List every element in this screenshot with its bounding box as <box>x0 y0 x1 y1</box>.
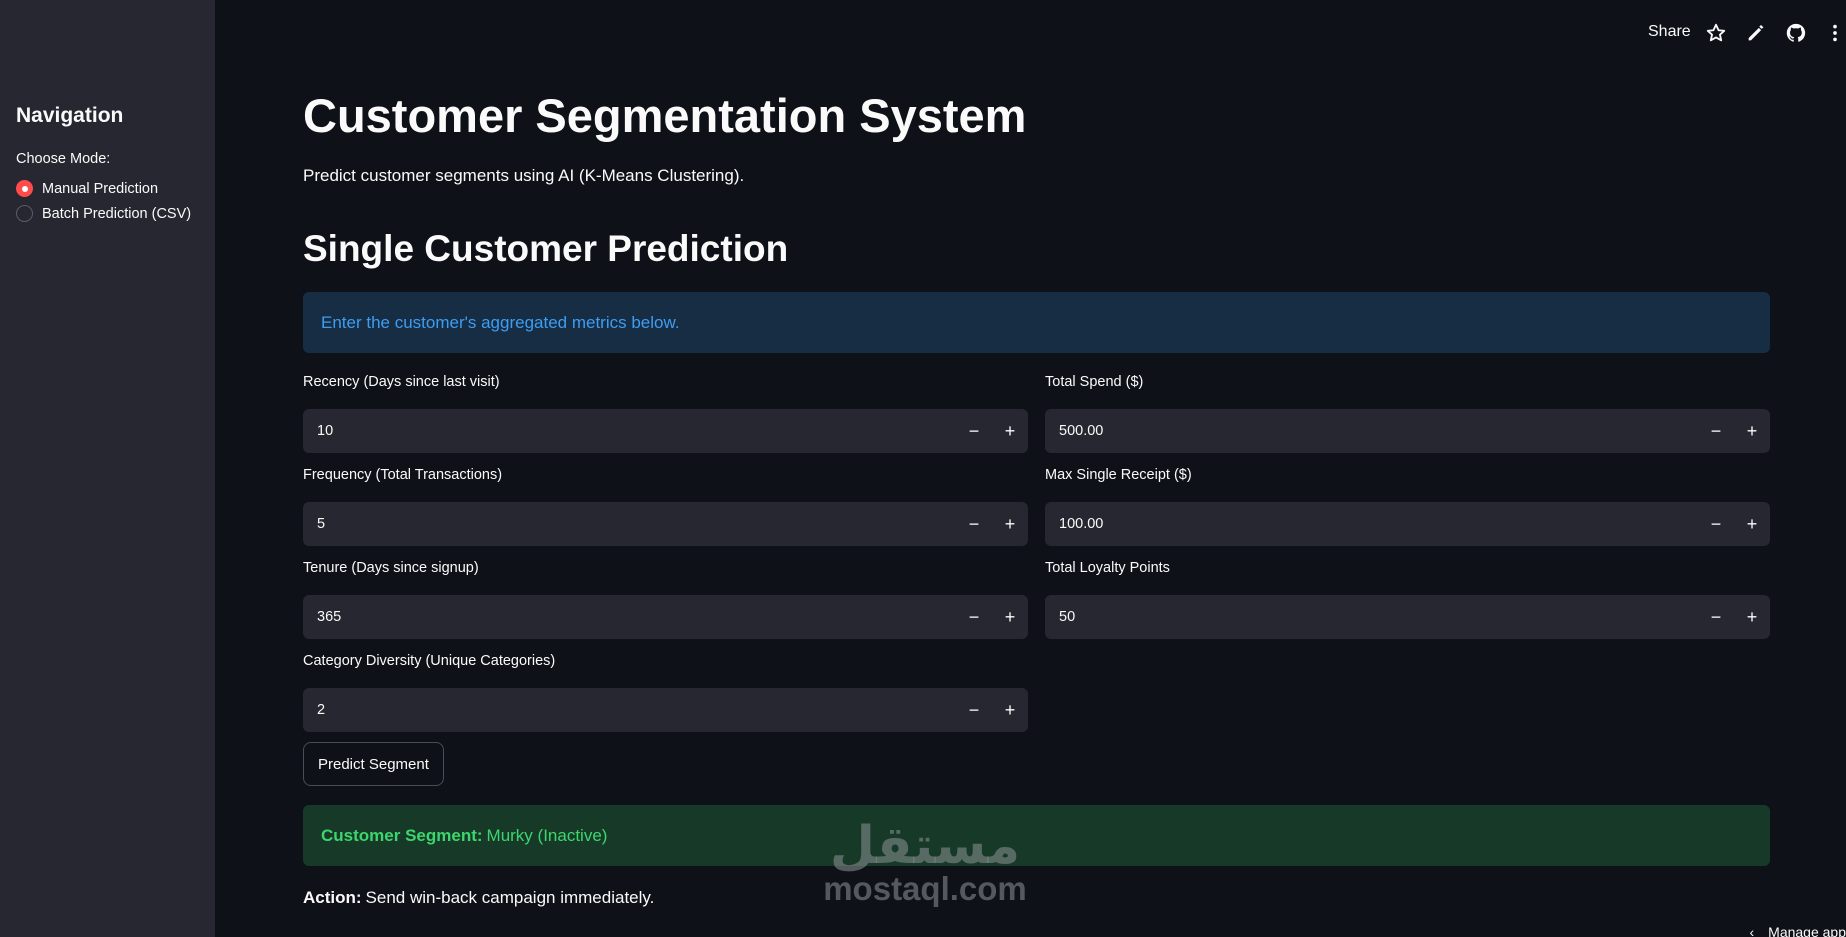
decrement-button[interactable]: − <box>956 409 992 453</box>
max-receipt-field: Max Single Receipt ($) − + <box>1045 467 1770 546</box>
increment-button[interactable]: + <box>992 409 1028 453</box>
increment-button[interactable]: + <box>1734 502 1770 546</box>
field-label: Tenure (Days since signup) <box>303 560 479 576</box>
page-subtitle: Predict customer segments using AI (K-Me… <box>303 166 745 185</box>
field-label: Category Diversity (Unique Categories) <box>303 653 556 669</box>
action-label: Action: <box>303 888 362 907</box>
recency-number-input: − + <box>303 409 1028 453</box>
recency-field: Recency (Days since last visit) − + <box>303 374 1028 453</box>
field-label: Frequency (Total Transactions) <box>303 467 503 483</box>
info-alert: Enter the customer's aggregated metrics … <box>303 292 1770 353</box>
watermark-arabic: مستقل <box>829 816 1021 876</box>
share-button[interactable]: Share <box>1648 23 1691 41</box>
loyalty-points-input[interactable] <box>1045 609 1698 625</box>
page-title: Customer Segmentation System <box>303 89 1027 142</box>
choose-mode-label: Choose Mode: <box>16 151 111 167</box>
frequency-input[interactable] <box>303 516 956 532</box>
frequency-field: Frequency (Total Transactions) − + <box>303 467 1028 546</box>
chevron-left-icon: ‹ <box>1749 924 1755 937</box>
segment-result-label: Customer Segment: <box>321 825 483 845</box>
radio-unchecked-icon <box>16 205 33 222</box>
action-value: Send win-back campaign immediately. <box>365 888 655 907</box>
tenure-number-input: − + <box>303 595 1028 639</box>
sidebar-title: Navigation <box>16 104 124 127</box>
category-diversity-field: Category Diversity (Unique Categories) −… <box>303 653 1028 732</box>
frequency-number-input: − + <box>303 502 1028 546</box>
radio-label: Batch Prediction (CSV) <box>42 205 192 222</box>
loyalty-points-field: Total Loyalty Points − + <box>1045 560 1770 639</box>
max-receipt-input[interactable] <box>1045 516 1698 532</box>
segment-result-value: Murky (Inactive) <box>486 825 608 845</box>
star-icon[interactable] <box>1705 22 1727 44</box>
category-diversity-number-input: − + <box>303 688 1028 732</box>
field-label: Max Single Receipt ($) <box>1045 467 1192 483</box>
decrement-button[interactable]: − <box>1698 409 1734 453</box>
radio-checked-icon <box>16 180 33 197</box>
section-title: Single Customer Prediction <box>303 228 789 269</box>
sidebar: Navigation Choose Mode: Manual Predictio… <box>0 0 215 937</box>
github-icon[interactable] <box>1785 22 1807 44</box>
decrement-button[interactable]: − <box>956 688 992 732</box>
more-vertical-icon[interactable] <box>1824 22 1846 44</box>
increment-button[interactable]: + <box>1734 409 1770 453</box>
decrement-button[interactable]: − <box>956 595 992 639</box>
decrement-button[interactable]: − <box>956 502 992 546</box>
radio-manual-prediction[interactable]: Manual Prediction <box>16 180 158 197</box>
loyalty-points-number-input: − + <box>1045 595 1770 639</box>
action-text: Action: Send win-back campaign immediatel… <box>303 888 654 908</box>
increment-button[interactable]: + <box>992 688 1028 732</box>
total-spend-number-input: − + <box>1045 409 1770 453</box>
info-alert-text: Enter the customer's aggregated metrics … <box>321 312 680 332</box>
increment-button[interactable]: + <box>992 595 1028 639</box>
radio-label: Manual Prediction <box>42 180 159 197</box>
watermark-latin: mostaql.com <box>823 870 1027 907</box>
field-label: Total Spend ($) <box>1045 374 1144 390</box>
increment-button[interactable]: + <box>992 502 1028 546</box>
manage-app-button[interactable]: ‹ Manage app <box>1749 924 1846 937</box>
max-receipt-number-input: − + <box>1045 502 1770 546</box>
recency-input[interactable] <box>303 423 956 439</box>
field-label: Total Loyalty Points <box>1045 560 1170 576</box>
total-spend-input[interactable] <box>1045 423 1698 439</box>
decrement-button[interactable]: − <box>1698 502 1734 546</box>
increment-button[interactable]: + <box>1734 595 1770 639</box>
category-diversity-input[interactable] <box>303 702 956 718</box>
radio-batch-prediction[interactable]: Batch Prediction (CSV) <box>16 205 191 222</box>
field-label: Recency (Days since last visit) <box>303 374 500 390</box>
decrement-button[interactable]: − <box>1698 595 1734 639</box>
tenure-field: Tenure (Days since signup) − + <box>303 560 1028 639</box>
watermark-logo: مستقل mostaql.com <box>810 820 1040 906</box>
tenure-input[interactable] <box>303 609 956 625</box>
predict-segment-button[interactable]: Predict Segment <box>303 742 444 786</box>
total-spend-field: Total Spend ($) − + <box>1045 374 1770 453</box>
manage-app-label: Manage app <box>1768 924 1846 937</box>
pencil-icon[interactable] <box>1745 22 1767 44</box>
